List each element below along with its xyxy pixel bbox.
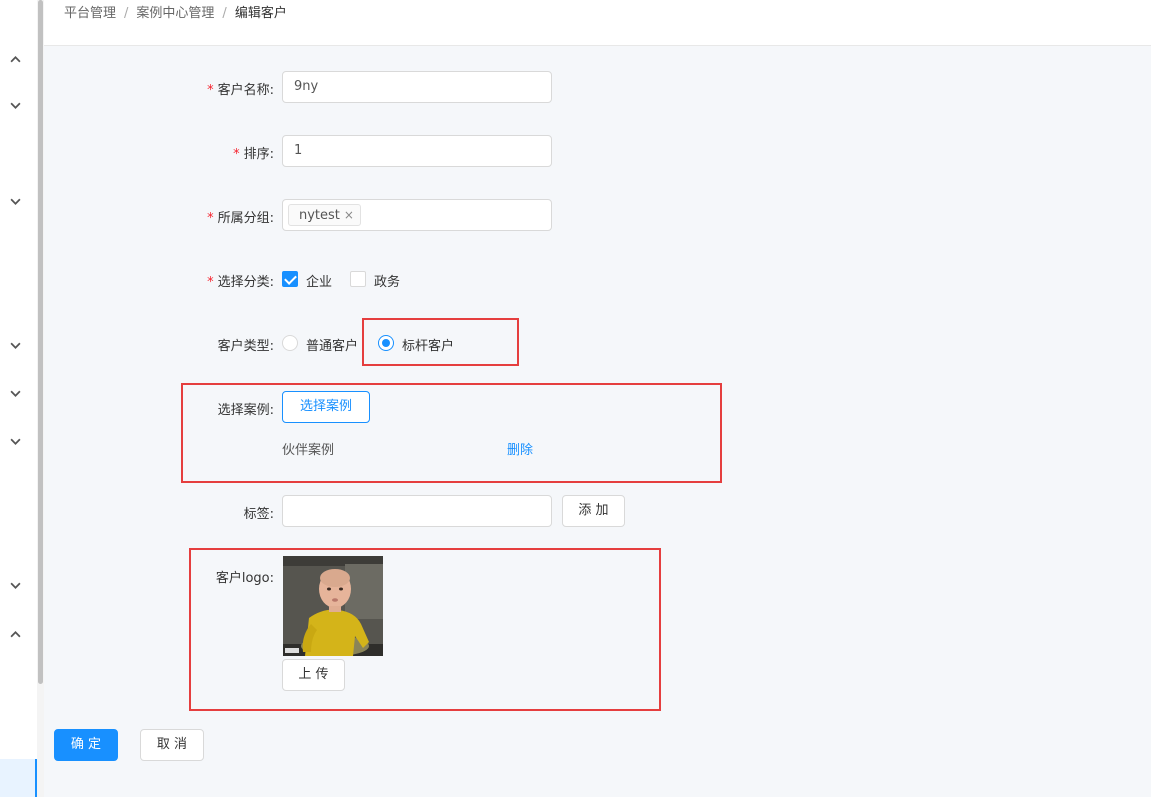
tags-label: 标签: — [243, 507, 274, 522]
tag-close-icon[interactable]: × — [344, 208, 354, 222]
sidebar-scrollbar-thumb[interactable] — [38, 0, 43, 684]
required-mark: * — [207, 275, 214, 290]
confirm-button[interactable]: 确 定 — [54, 729, 118, 761]
highlight-box-customer-type — [362, 318, 519, 366]
breadcrumb: 平台管理 / 案例中心管理 / 编辑客户 — [64, 2, 287, 21]
chevron-down-icon[interactable] — [7, 194, 23, 210]
chevron-down-icon[interactable] — [7, 386, 23, 402]
breadcrumb-separator: / — [222, 6, 227, 21]
category-label: * 选择分类: — [207, 275, 274, 290]
cancel-button[interactable]: 取 消 — [140, 729, 204, 761]
chevron-down-icon[interactable] — [7, 578, 23, 594]
group-tag: nytest × — [288, 204, 361, 226]
chevron-up-icon[interactable] — [7, 627, 23, 643]
customer-name-input[interactable]: 9ny — [282, 71, 552, 103]
sidebar-active-item[interactable] — [0, 759, 37, 797]
chevron-down-icon[interactable] — [7, 338, 23, 354]
breadcrumb-item-platform[interactable]: 平台管理 — [64, 6, 116, 21]
highlight-box-logo — [189, 548, 661, 711]
customer-name-label: * 客户名称: — [207, 83, 274, 98]
sidebar — [0, 0, 44, 797]
customer-type-label: 客户类型: — [217, 339, 274, 354]
sort-label: * 排序: — [233, 147, 274, 162]
group-label: * 所属分组: — [207, 211, 274, 226]
chevron-up-icon[interactable] — [7, 52, 23, 68]
category-checkbox-enterprise[interactable] — [282, 271, 298, 287]
breadcrumb-item-case-center[interactable]: 案例中心管理 — [136, 6, 214, 21]
customer-type-radio-normal[interactable] — [282, 335, 298, 351]
required-mark: * — [207, 83, 214, 98]
tags-input[interactable] — [282, 495, 552, 527]
customer-type-normal-label[interactable]: 普通客户 — [306, 335, 358, 354]
breadcrumb-item-current: 编辑客户 — [234, 6, 287, 21]
required-mark: * — [207, 211, 214, 226]
required-mark: * — [233, 147, 240, 162]
highlight-box-cases — [181, 383, 722, 483]
category-option-enterprise-label[interactable]: 企业 — [306, 271, 332, 290]
sort-input[interactable]: 1 — [282, 135, 552, 167]
category-option-government-label[interactable]: 政务 — [374, 271, 400, 290]
chevron-down-icon[interactable] — [7, 98, 23, 114]
breadcrumb-separator: / — [124, 6, 129, 21]
chevron-down-icon[interactable] — [7, 434, 23, 450]
page-header: 平台管理 / 案例中心管理 / 编辑客户 — [44, 0, 1151, 46]
add-tag-button[interactable]: 添 加 — [562, 495, 625, 527]
category-checkbox-government[interactable] — [350, 271, 366, 287]
